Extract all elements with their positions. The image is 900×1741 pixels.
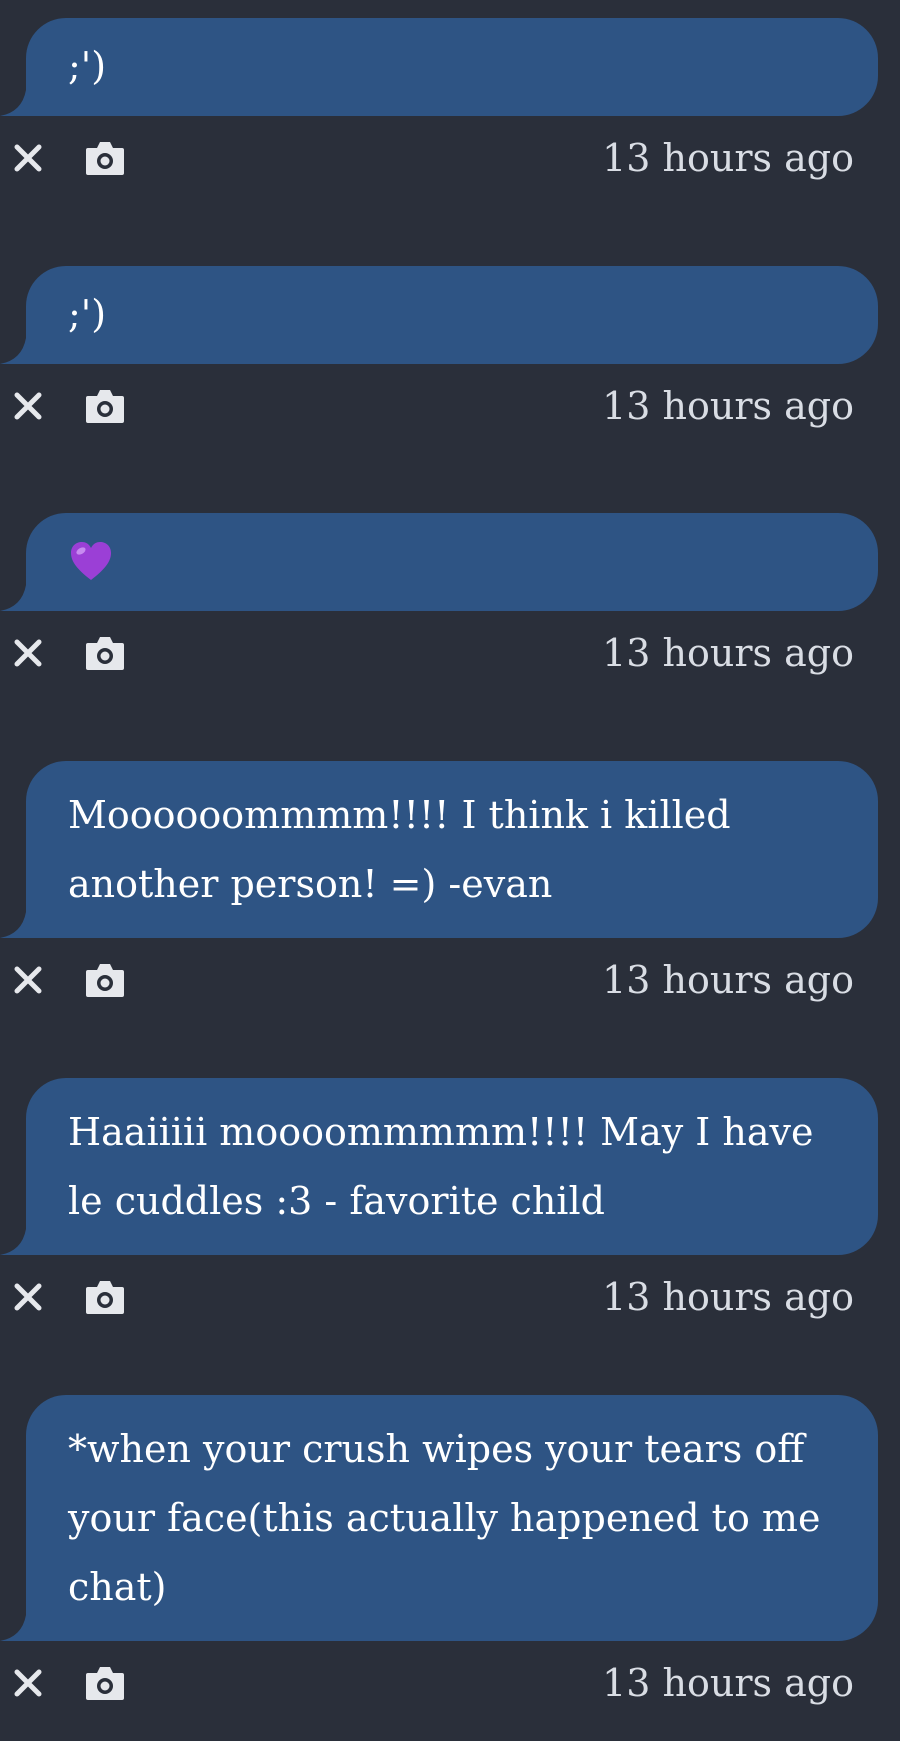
message-timestamp: 13 hours ago (602, 958, 854, 1002)
message-bubble: Moooooommmm!!!! I think i killed another… (26, 761, 878, 938)
bubble-tail (0, 80, 36, 116)
close-icon[interactable] (12, 637, 44, 669)
message-actions: 13 hours ago (0, 625, 900, 685)
close-icon[interactable] (12, 142, 44, 174)
message-text: ;') (68, 292, 107, 336)
close-icon[interactable] (12, 964, 44, 996)
message-bubble: Haaiiiii moooommmmm!!!! May I have le cu… (26, 1078, 878, 1255)
message-actions: 13 hours ago (0, 952, 900, 1012)
bubble-tail (0, 902, 36, 938)
message-actions: 13 hours ago (0, 1269, 900, 1329)
message-timestamp: 13 hours ago (602, 1661, 854, 1705)
message-actions: 13 hours ago (0, 378, 900, 438)
message-timestamp: 13 hours ago (602, 384, 854, 428)
message-bubble: *when your crush wipes your tears off yo… (26, 1395, 878, 1641)
camera-icon[interactable] (84, 633, 126, 673)
close-icon[interactable] (12, 1667, 44, 1699)
message-bubble: 💜 (26, 513, 878, 611)
message-timestamp: 13 hours ago (602, 631, 854, 675)
message-text: 💜 (68, 527, 838, 596)
camera-icon[interactable] (84, 138, 126, 178)
purple-heart-icon (71, 541, 111, 580)
bubble-tail (0, 575, 36, 611)
message-text: ;') (68, 44, 107, 88)
message-text: Moooooommmm!!!! I think i killed another… (68, 793, 731, 906)
message-actions: 13 hours ago (0, 1655, 900, 1715)
message-text: *when your crush wipes your tears off yo… (68, 1427, 821, 1609)
message-bubble: ;') (26, 266, 878, 364)
close-icon[interactable] (12, 1281, 44, 1313)
camera-icon[interactable] (84, 386, 126, 426)
bubble-tail (0, 1219, 36, 1255)
camera-icon[interactable] (84, 1663, 126, 1703)
camera-icon[interactable] (84, 960, 126, 1000)
message-actions: 13 hours ago (0, 130, 900, 190)
bubble-tail (0, 328, 36, 364)
close-icon[interactable] (12, 390, 44, 422)
camera-icon[interactable] (84, 1277, 126, 1317)
bubble-tail (0, 1605, 36, 1641)
message-bubble: ;') (26, 18, 878, 116)
message-timestamp: 13 hours ago (602, 136, 854, 180)
message-text: Haaiiiii moooommmmm!!!! May I have le cu… (68, 1110, 814, 1223)
message-timestamp: 13 hours ago (602, 1275, 854, 1319)
